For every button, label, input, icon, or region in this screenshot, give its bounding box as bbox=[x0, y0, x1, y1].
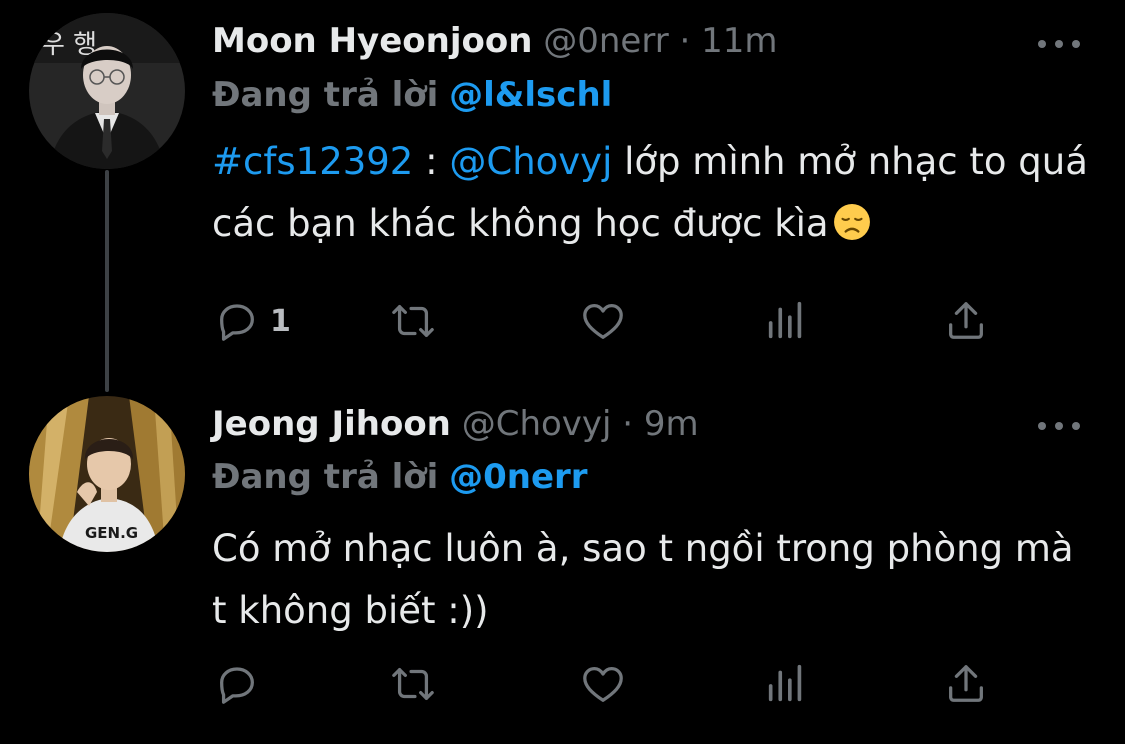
hashtag-link[interactable]: #cfs12392 bbox=[212, 140, 413, 183]
text-separator: : bbox=[413, 140, 450, 183]
more-dot bbox=[1038, 422, 1046, 430]
replying-to-label: Đang trả lời bbox=[212, 457, 439, 497]
views-icon bbox=[768, 664, 802, 702]
avatar[interactable]: 우 행 bbox=[29, 13, 185, 169]
share-button[interactable] bbox=[943, 658, 989, 710]
reply-button[interactable] bbox=[214, 658, 270, 710]
retweet-button[interactable] bbox=[390, 658, 436, 710]
more-icon[interactable] bbox=[1038, 416, 1080, 436]
tweet-header: Moon Hyeonjoon @0nerr · 11m bbox=[212, 19, 778, 63]
views-icon bbox=[768, 301, 802, 339]
reply-count: 1 bbox=[270, 303, 291, 339]
display-name[interactable]: Moon Hyeonjoon bbox=[212, 21, 532, 61]
share-icon bbox=[949, 665, 983, 702]
separator-dot: · bbox=[679, 21, 691, 61]
retweet-icon bbox=[392, 304, 434, 338]
like-icon bbox=[583, 667, 623, 702]
more-dot bbox=[1055, 40, 1063, 48]
more-dot bbox=[1038, 40, 1046, 48]
tweet-text: Có mở nhạc luôn à, sao t ngồi trong phòn… bbox=[212, 527, 1074, 632]
tweet-moon-hyeonjoon[interactable]: 우 행 Moon Hyeonjoon @0nerr · 11m Đang trả… bbox=[0, 0, 1125, 392]
tweet-jeong-jihoon[interactable]: GEN.G Jeong Jihoon @Chovyj · 9m Đang trả… bbox=[0, 372, 1125, 744]
timestamp[interactable]: 9m bbox=[644, 404, 699, 444]
views-button[interactable] bbox=[763, 658, 809, 710]
retweet-icon bbox=[392, 667, 434, 701]
more-icon[interactable] bbox=[1038, 34, 1080, 54]
replying-to: Đang trả lời @l&lschl bbox=[212, 73, 612, 117]
separator-dot: · bbox=[622, 404, 634, 444]
reply-icon bbox=[220, 304, 254, 341]
replying-to: Đang trả lời @0nerr bbox=[212, 455, 588, 499]
user-handle[interactable]: @0nerr bbox=[543, 21, 668, 61]
like-button[interactable] bbox=[580, 658, 626, 710]
like-button[interactable] bbox=[580, 295, 626, 347]
avatar[interactable]: GEN.G bbox=[29, 396, 185, 552]
avatar-image: GEN.G bbox=[29, 396, 185, 552]
share-icon bbox=[949, 302, 983, 339]
replying-to-mention[interactable]: @0nerr bbox=[449, 457, 587, 497]
reply-icon bbox=[220, 667, 254, 704]
action-bar bbox=[212, 658, 1012, 710]
avatar-text: GEN.G bbox=[85, 524, 138, 542]
replying-to-label: Đang trả lời bbox=[212, 75, 439, 115]
disappointed-face-icon bbox=[833, 204, 870, 240]
like-icon bbox=[583, 304, 623, 339]
more-dot bbox=[1055, 422, 1063, 430]
more-dot bbox=[1072, 422, 1080, 430]
more-dot bbox=[1072, 40, 1080, 48]
reply-button[interactable]: 1 bbox=[214, 295, 291, 347]
action-bar: 1 bbox=[212, 295, 1012, 347]
views-button[interactable] bbox=[763, 295, 809, 347]
timestamp[interactable]: 11m bbox=[701, 21, 777, 61]
retweet-button[interactable] bbox=[390, 295, 436, 347]
mention-link[interactable]: @Chovyj bbox=[449, 140, 612, 183]
tweet-text: #cfs12392 : @Chovyj lớp mình mở nhạc to … bbox=[212, 131, 1092, 255]
avatar-image: 우 행 bbox=[29, 13, 185, 169]
tweet-header: Jeong Jihoon @Chovyj · 9m bbox=[212, 402, 699, 446]
replying-to-mention[interactable]: @l&lschl bbox=[449, 75, 612, 115]
display-name[interactable]: Jeong Jihoon bbox=[212, 404, 451, 444]
share-button[interactable] bbox=[943, 295, 989, 347]
user-handle[interactable]: @Chovyj bbox=[462, 404, 612, 444]
thread-connector-line bbox=[105, 170, 109, 392]
